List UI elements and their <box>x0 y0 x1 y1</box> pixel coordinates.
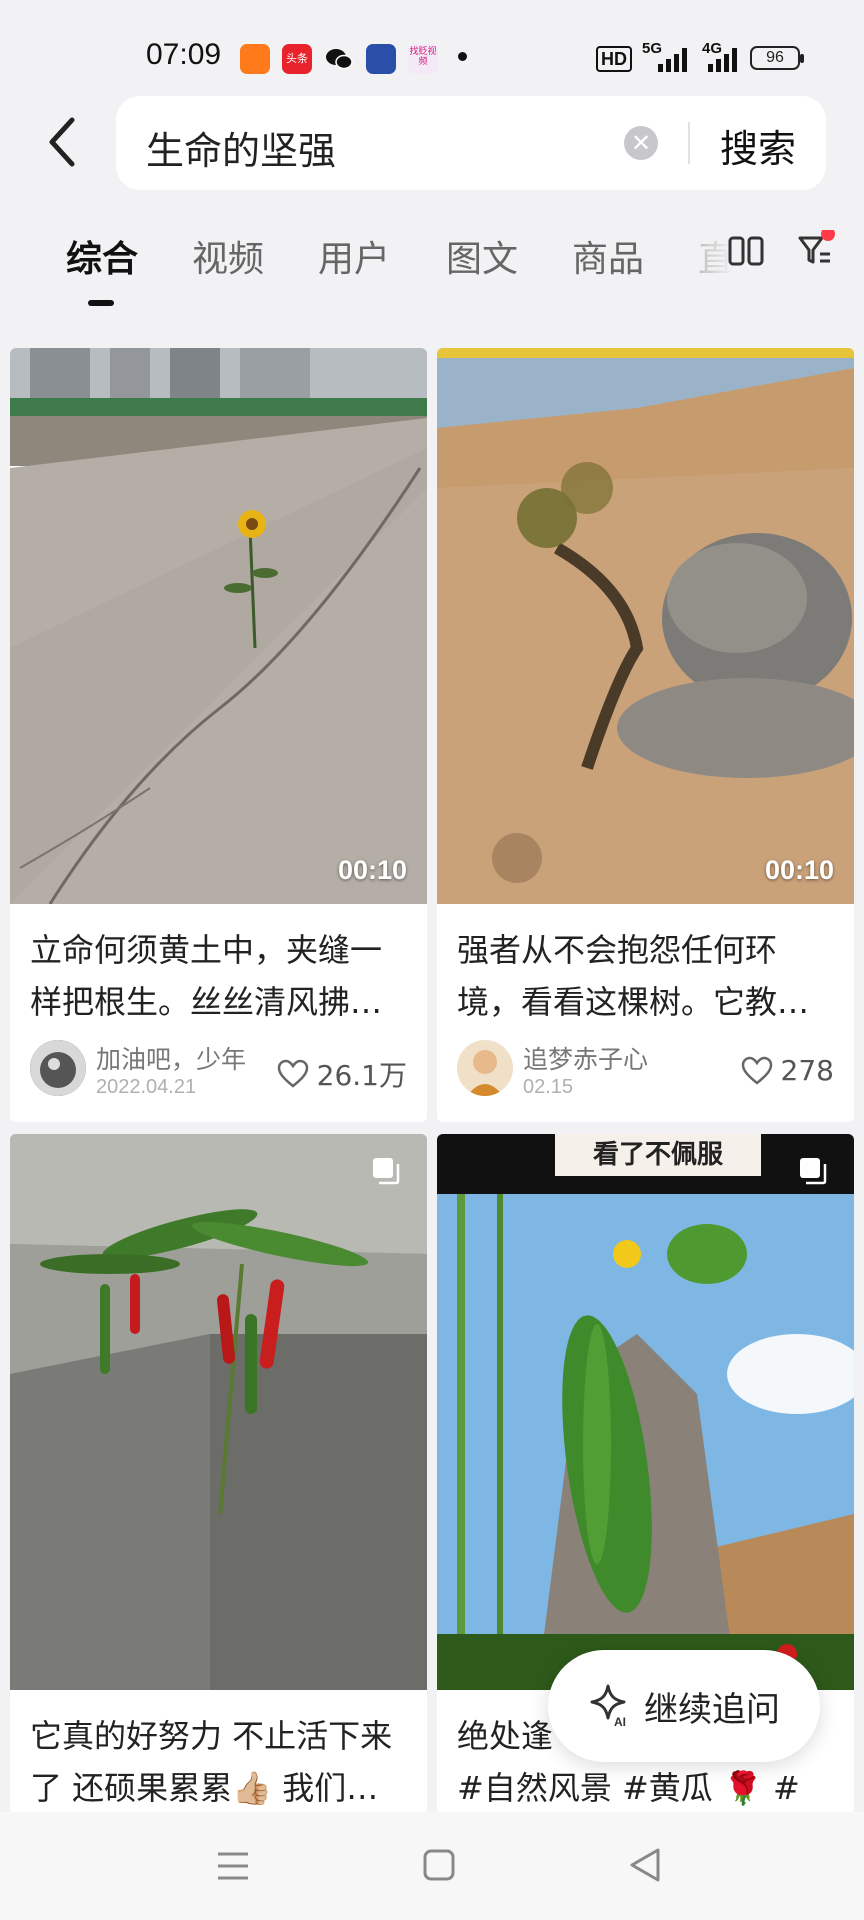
menu-icon[interactable] <box>216 1850 250 1882</box>
ai-button-label: 继续追问 <box>644 1690 780 1730</box>
like-button[interactable]: 278 <box>741 1054 834 1087</box>
video-duration: 00:10 <box>337 855 407 885</box>
heart-icon <box>277 1059 308 1088</box>
like-count: 26.1万 <box>316 1059 407 1092</box>
gallery-icon <box>373 1158 400 1185</box>
result-card[interactable]: 00:10 立命何须黄土中，夹缝一样把根生。丝丝清风拂… 加油吧，少年 2022… <box>10 348 427 1122</box>
video-duration: 00:10 <box>764 855 834 885</box>
tab-image-text[interactable]: 图文 <box>446 230 518 282</box>
search-bar[interactable]: 生命的坚强 ✕ 搜索 <box>116 96 826 190</box>
filter-icon[interactable] <box>796 227 836 274</box>
avatar[interactable] <box>30 1040 86 1096</box>
back-nav-icon[interactable] <box>628 1846 662 1884</box>
like-button[interactable]: 26.1万 <box>277 1054 407 1094</box>
chevron-left-icon <box>49 117 75 167</box>
tab-all[interactable]: 综合 <box>66 230 138 282</box>
ai-follow-up-button[interactable]: AI 继续追问 <box>548 1650 820 1762</box>
gallery-icon <box>800 1158 827 1185</box>
tab-video[interactable]: 视频 <box>192 230 264 282</box>
image-thumbnail-chili[interactable] <box>10 1134 427 1690</box>
search-divider <box>688 122 690 164</box>
author-name[interactable]: 加油吧，少年 <box>96 1040 246 1076</box>
author-name[interactable]: 追梦赤子心 <box>523 1040 648 1076</box>
tab-products[interactable]: 商品 <box>572 230 644 282</box>
search-input[interactable]: 生命的坚强 <box>146 120 336 175</box>
app-notification-icon <box>240 44 270 74</box>
system-navigation-bar <box>0 1812 864 1920</box>
video-thumbnail-sunflower[interactable]: 00:10 <box>10 348 427 904</box>
heart-icon <box>741 1056 772 1085</box>
more-notifications-dot <box>458 52 467 61</box>
card-caption[interactable]: 它真的好努力 不止活下来了 还硕果累累👍🏼 我们… <box>30 1710 410 1814</box>
card-caption[interactable]: 强者从不会抱怨任何环境，看看这棵树。它教… <box>457 924 837 1028</box>
status-bar: 07:09 头条 找贬视频 HD 5G 4G 96 <box>0 0 864 92</box>
toutiao-notification-icon: 头条 <box>282 44 312 74</box>
like-count: 278 <box>780 1054 834 1087</box>
back-button[interactable] <box>42 112 90 172</box>
caption-line-2: #自然风景 #黄瓜 🌹 # <box>457 1769 800 1807</box>
wechat-icon <box>324 44 354 74</box>
ai-icon-text: AI <box>614 1715 626 1729</box>
signal-5g-icon <box>658 48 690 76</box>
card-caption[interactable]: 立命何须黄土中，夹缝一样把根生。丝丝清风拂… <box>30 924 410 1028</box>
search-button[interactable]: 搜索 <box>720 118 796 173</box>
post-date: 2022.04.21 <box>96 1076 197 1098</box>
tab-active-indicator <box>88 300 114 306</box>
video-thumbnail-tree-boulder[interactable]: 00:10 <box>437 348 854 904</box>
result-card[interactable]: 它真的好努力 不止活下来了 还硕果累累👍🏼 我们… <box>10 1134 427 1814</box>
ai-sparkle-icon: AI <box>590 1684 626 1729</box>
tab-users[interactable]: 用户 <box>318 230 390 282</box>
layout-toggle-icon[interactable] <box>728 236 764 270</box>
clear-icon[interactable]: ✕ <box>624 126 658 160</box>
hd-indicator: HD <box>596 46 632 72</box>
status-time: 07:09 <box>146 38 222 71</box>
home-icon[interactable] <box>422 1848 456 1882</box>
app-notification-icon-2 <box>366 44 396 74</box>
avatar[interactable] <box>457 1040 513 1096</box>
video-app-notification-icon: 找贬视频 <box>408 44 438 74</box>
signal-4g-icon <box>708 48 740 76</box>
battery-indicator: 96 <box>750 46 804 70</box>
post-date: 02.15 <box>523 1076 574 1098</box>
image-overlay-title: 看了不佩服 <box>555 1134 761 1176</box>
result-card[interactable]: 00:10 强者从不会抱怨任何环境，看看这棵树。它教… 追梦赤子心 02.15 … <box>437 348 854 1122</box>
image-thumbnail-cucumber[interactable]: 看了不佩服 <box>437 1134 854 1690</box>
